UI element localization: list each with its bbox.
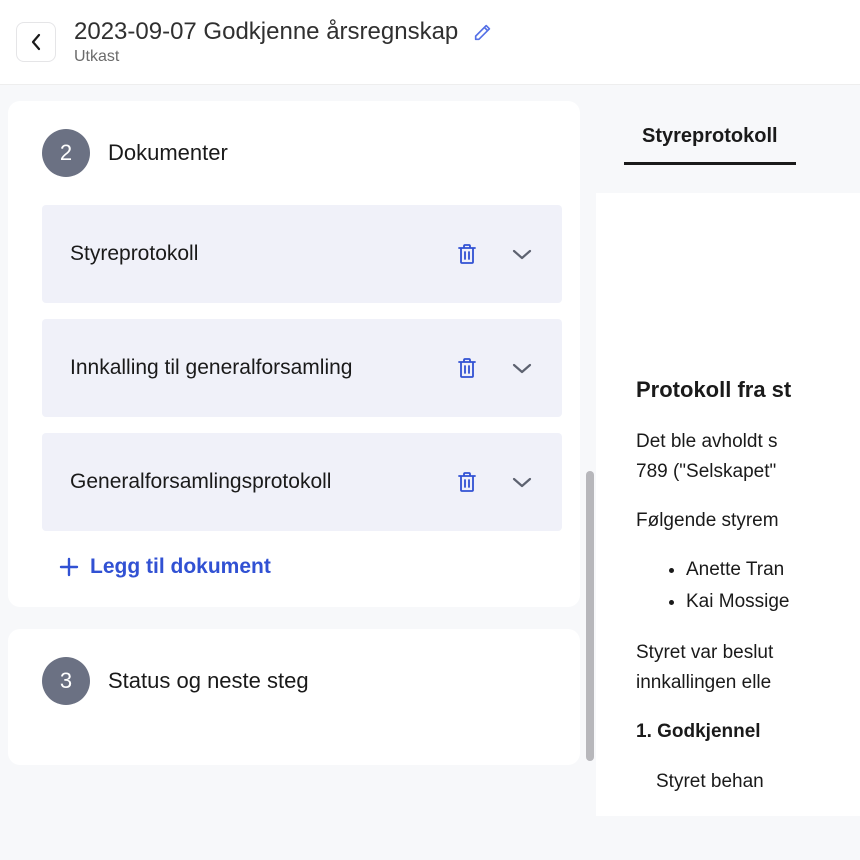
expand-document-button[interactable] [510,247,534,261]
title-block: 2023-09-07 Godkjenne årsregnskap Utkast [74,18,496,66]
list-item: Kai Mossige [686,587,860,616]
preview-tabs: Styreprotokoll [596,101,860,165]
chevron-left-icon [29,32,43,52]
step-number-badge: 3 [42,657,90,705]
plus-icon [58,556,80,578]
expand-document-button[interactable] [510,361,534,375]
chevron-down-icon [510,475,534,489]
document-item[interactable]: Innkalling til generalforsamling [42,319,562,417]
preview-text: Styret var beslutinnkallingen elle [636,638,860,697]
document-item[interactable]: Generalforsamlingsprotokoll [42,433,562,531]
preview-member-list: Anette Tran Kai Mossige [686,555,860,616]
preview-text: Styret behan [636,767,860,796]
status-panel: 3 Status og neste steg [8,629,580,765]
trash-icon [456,242,478,266]
chevron-down-icon [510,361,534,375]
documents-title: Dokumenter [108,140,228,166]
page-header: 2023-09-07 Godkjenne årsregnskap Utkast [0,0,860,85]
tab-styreprotokoll[interactable]: Styreprotokoll [624,101,796,165]
preview-text: Følgende styrem [636,506,860,535]
preview-ordered-item: 1. Godkjennel [636,717,860,746]
back-button[interactable] [16,22,56,62]
page-status: Utkast [74,48,496,66]
pencil-icon [472,21,494,43]
document-name: Styreprotokoll [70,242,198,266]
status-title: Status og neste steg [108,668,309,694]
trash-icon [456,356,478,380]
trash-icon [456,470,478,494]
list-item: Anette Tran [686,555,860,584]
preview-text: Det ble avholdt s789 ("Selskapet" [636,427,860,486]
add-document-label: Legg til dokument [90,555,271,579]
left-column: 2 Dokumenter Styreprotokoll [8,101,580,816]
document-preview: Protokoll fra st Det ble avholdt s789 ("… [596,193,860,816]
document-name: Innkalling til generalforsamling [70,356,353,380]
document-item[interactable]: Styreprotokoll [42,205,562,303]
preview-heading: Protokoll fra st [636,373,860,407]
edit-title-button[interactable] [470,19,496,45]
add-document-button[interactable]: Legg til dokument [42,531,271,579]
document-list: Styreprotokoll Innkalling til generalfor… [42,205,562,531]
delete-document-button[interactable] [456,356,478,380]
right-column: Styreprotokoll Protokoll fra st Det ble … [596,101,860,816]
scrollbar[interactable] [586,101,594,816]
scrollbar-thumb[interactable] [586,471,594,761]
chevron-down-icon [510,247,534,261]
page-title: 2023-09-07 Godkjenne årsregnskap [74,18,458,46]
expand-document-button[interactable] [510,475,534,489]
delete-document-button[interactable] [456,242,478,266]
delete-document-button[interactable] [456,470,478,494]
document-name: Generalforsamlingsprotokoll [70,470,331,494]
documents-panel: 2 Dokumenter Styreprotokoll [8,101,580,607]
step-number-badge: 2 [42,129,90,177]
